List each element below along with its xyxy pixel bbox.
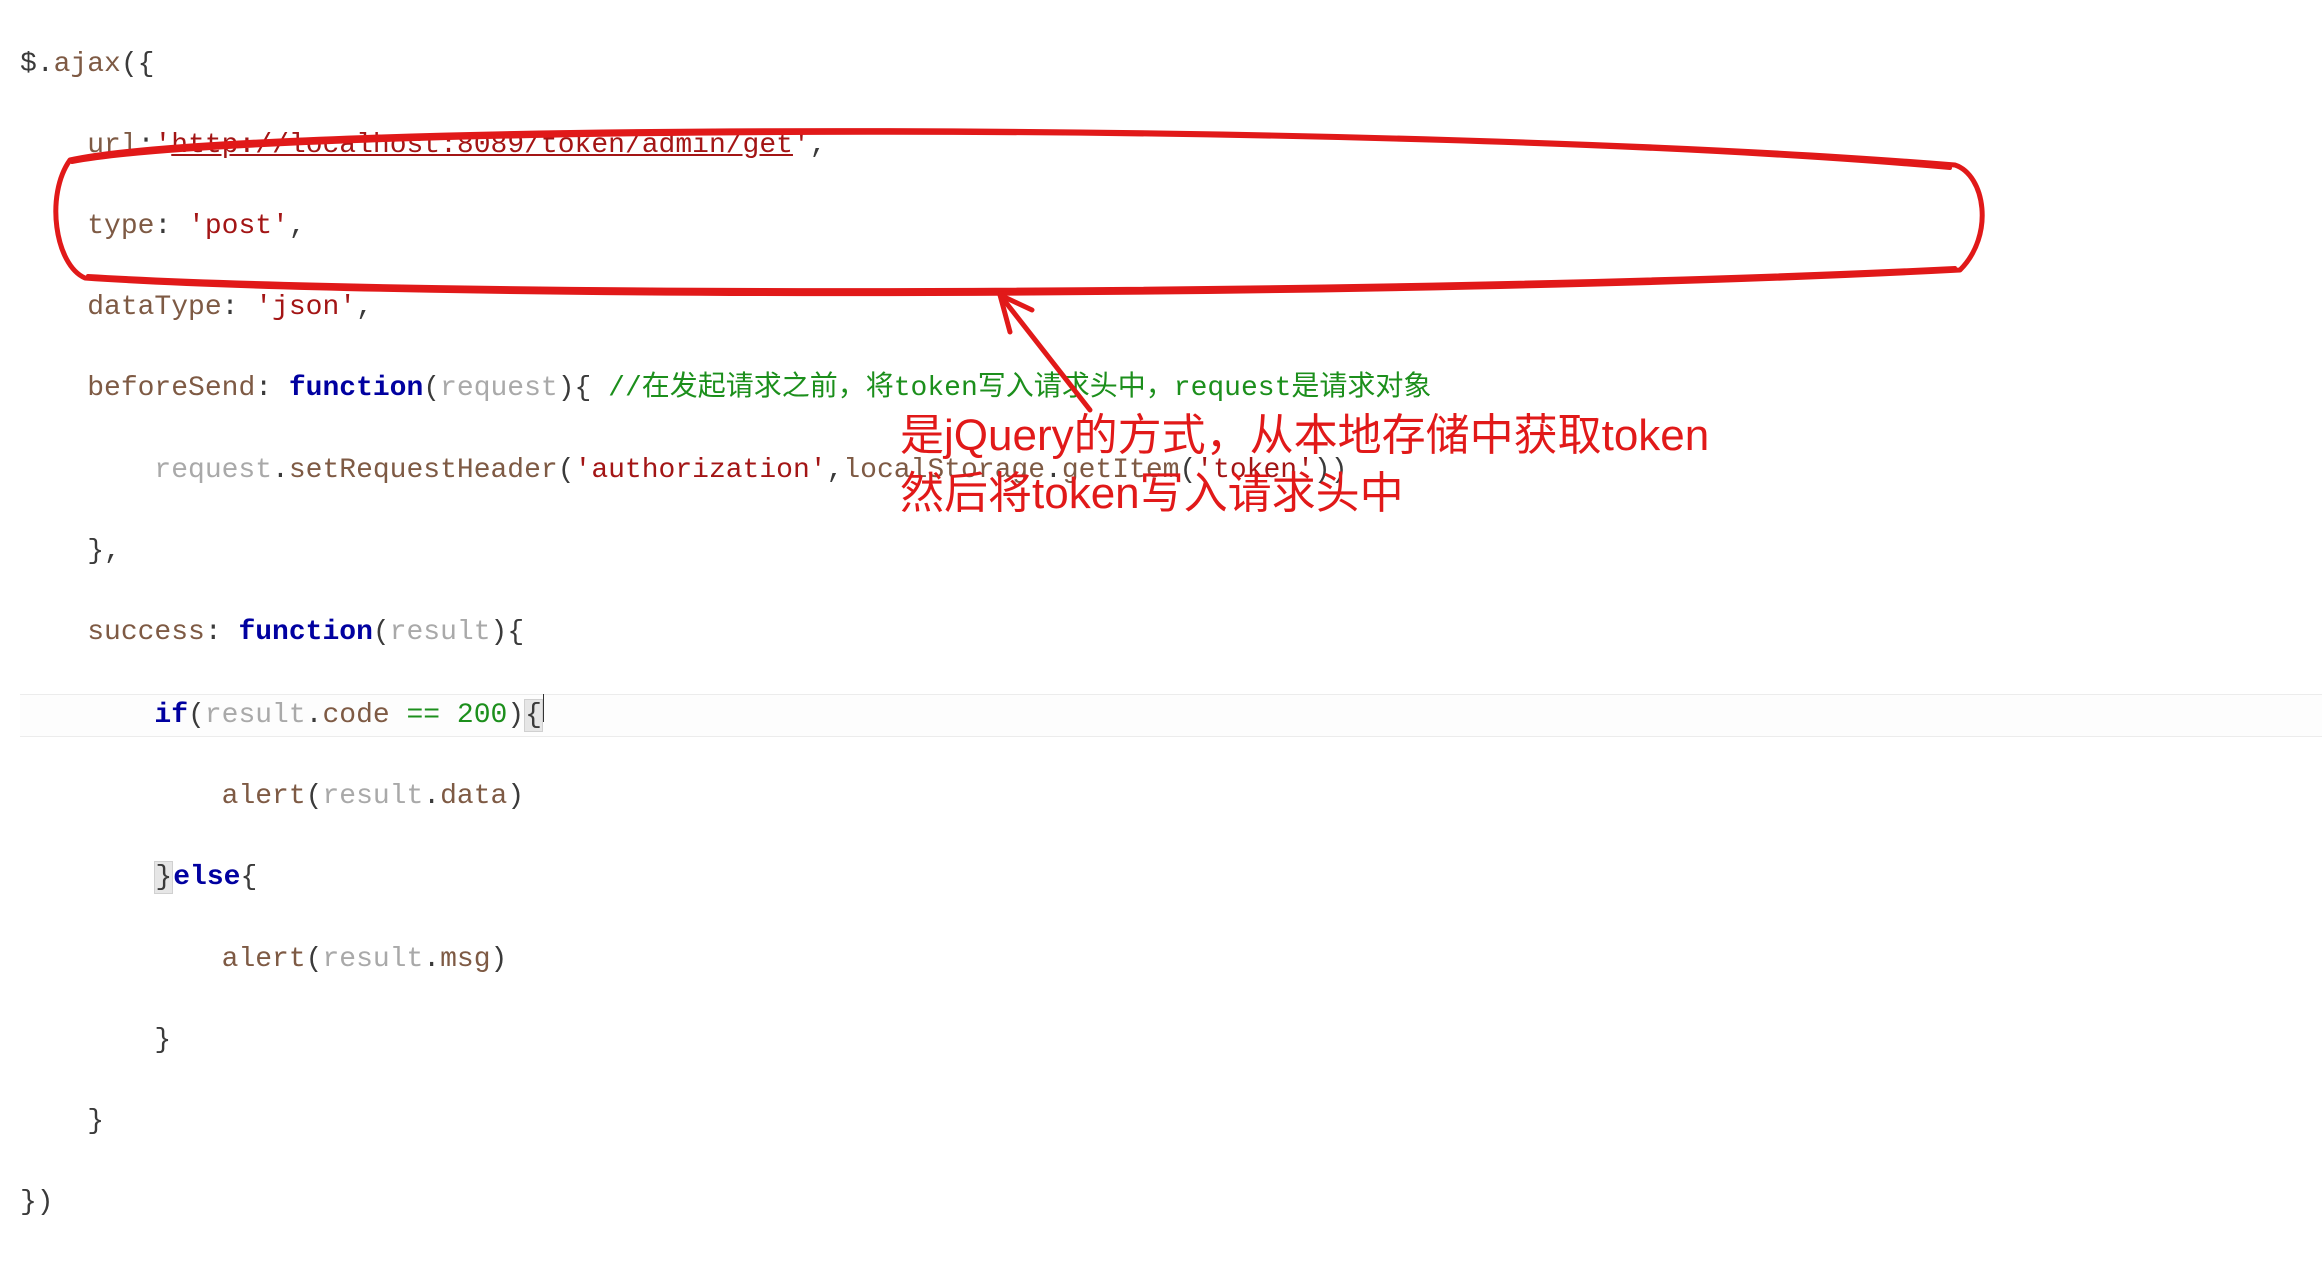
code-token: $	[20, 49, 37, 80]
text-caret	[543, 694, 544, 722]
annotation-text-line1: 是jQuery的方式，从本地存储中获取token	[900, 408, 1709, 463]
prop-beforesend: beforeSend	[87, 373, 255, 404]
code-comment: //在发起请求之前，将token写入请求头中，request是请求对象	[608, 373, 1431, 404]
url-string: http://localhost:8089/token/admin/get	[171, 130, 793, 161]
prop-success: success	[87, 617, 205, 648]
annotation-text-line2: 然后将token写入请求头中	[900, 466, 1404, 521]
prop-datatype: dataType	[87, 292, 221, 323]
brace-match: {	[524, 699, 543, 732]
prop-type: type	[87, 211, 154, 242]
code-editor: $.ajax({ url:'http://localhost:8089/toke…	[0, 0, 2322, 1264]
prop-url: url	[87, 130, 137, 161]
